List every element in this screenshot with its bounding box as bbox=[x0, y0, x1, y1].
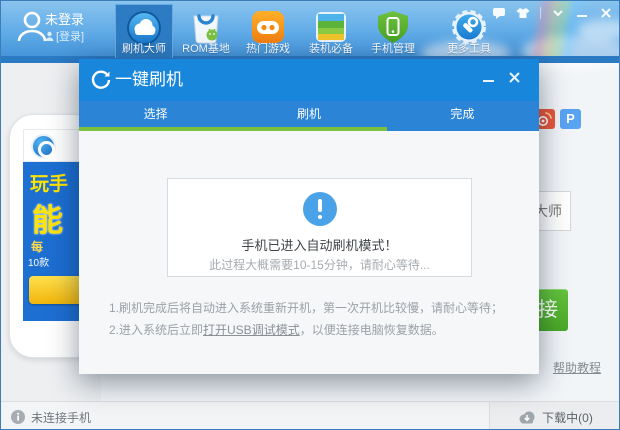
mini-person-icon bbox=[45, 31, 54, 41]
connection-status: 未连接手机 bbox=[11, 402, 92, 429]
usb-debug-link[interactable]: 打开USB调试模式 bbox=[203, 323, 300, 337]
status-bar: 未连接手机 下载中(0) bbox=[1, 401, 619, 429]
alert-info-icon bbox=[302, 192, 337, 226]
tab-finish[interactable]: 完成 bbox=[386, 101, 539, 131]
toolbar-item-label: ROM基地 bbox=[182, 43, 230, 55]
message-icon[interactable] bbox=[492, 7, 506, 19]
banner-text-fragment: 10款 bbox=[28, 258, 50, 269]
toolbar-item-label: 刷机大师 bbox=[122, 43, 166, 55]
dialog-minimize-icon[interactable] bbox=[481, 71, 497, 85]
toolbar-item-label: 装机必备 bbox=[309, 43, 353, 55]
divider bbox=[540, 7, 541, 19]
window-controls bbox=[492, 7, 613, 19]
tip-line: 1.刷机完成后将自动进入系统重新开机，第一次开机比较慢，请耐心等待； bbox=[109, 297, 503, 319]
banner-text-fragment: 每 bbox=[31, 240, 44, 254]
p-share-icon[interactable]: P bbox=[560, 109, 581, 129]
minimize-icon[interactable] bbox=[575, 7, 589, 19]
chevron-down-icon[interactable] bbox=[551, 7, 565, 19]
connection-status-label: 未连接手机 bbox=[31, 410, 92, 425]
toolbar-item-more-tools[interactable]: 更多工具 bbox=[440, 4, 498, 58]
banner-text-fragment: 玩手 bbox=[30, 174, 69, 195]
info-icon bbox=[11, 410, 25, 424]
status-subtitle: 此过程大概需要10-15分钟，请耐心等待... bbox=[209, 258, 430, 272]
tip-text: ，以便连接电脑恢复数据。 bbox=[299, 323, 444, 337]
app-header: 未登录 [登录] 刷机大师 ROM基地 热门游戏 装机必备 手机管理 更多工具 bbox=[1, 1, 619, 69]
status-message-box: 手机已进入自动刷机模式！ 此过程大概需要10-15分钟，请耐心等待... bbox=[167, 178, 472, 277]
dialog-close-icon[interactable] bbox=[507, 71, 523, 85]
tip-text: 2.进入系统后立即 bbox=[109, 323, 204, 337]
tips-list: 1.刷机完成后将自动进入系统重新开机，第一次开机比较慢，请耐心等待； 2.进入系… bbox=[109, 297, 503, 341]
toolbar-item-flash-master[interactable]: 刷机大师 bbox=[115, 4, 173, 58]
download-manager-button[interactable]: 下载中(0) bbox=[489, 402, 619, 429]
tip-line: 2.进入系统后立即打开USB调试模式，以便连接电脑恢复数据。 bbox=[109, 319, 503, 341]
app-logo-icon bbox=[31, 134, 56, 159]
user-name-label: 未登录 bbox=[45, 12, 85, 27]
login-label: [登录] bbox=[56, 31, 85, 43]
download-status-label: 下载中(0) bbox=[542, 410, 593, 425]
toolbar-item-rom-base[interactable]: ROM基地 bbox=[177, 4, 235, 58]
download-cloud-icon bbox=[519, 411, 535, 423]
banner-text-fragment: 能 bbox=[32, 203, 63, 238]
login-link[interactable]: [登录] bbox=[45, 28, 84, 44]
status-title: 手机已进入自动刷机模式！ bbox=[241, 238, 398, 253]
app-window: 玩手 能 每 10款 P 大师 接 帮助教程 未登录 [登录] 刷机大师 ROM… bbox=[0, 0, 620, 430]
tip-text: 1.刷机完成后将自动进入系统重新开机，第一次开机比较慢，请耐心等待； bbox=[109, 301, 504, 315]
toolbar-item-label: 更多工具 bbox=[447, 43, 491, 55]
close-icon[interactable] bbox=[599, 7, 613, 19]
toolbar-item-label: 手机管理 bbox=[371, 43, 415, 55]
shirt-skin-icon[interactable] bbox=[516, 7, 530, 19]
toolbar-item-hot-games[interactable]: 热门游戏 bbox=[239, 4, 297, 58]
dialog-header: 一键刷机 bbox=[79, 59, 539, 101]
refresh-flash-icon bbox=[91, 70, 111, 89]
toolbar-item-essential-apps[interactable]: 装机必备 bbox=[302, 4, 360, 58]
toolbar-item-label: 热门游戏 bbox=[246, 43, 290, 55]
toolbar-item-phone-manager[interactable]: 手机管理 bbox=[364, 4, 422, 58]
flash-dialog: 一键刷机 选择 刷机 完成 手机已进入自动刷机模式！ 此过程大概需要10-15分… bbox=[79, 59, 539, 374]
dialog-body: 手机已进入自动刷机模式！ 此过程大概需要10-15分钟，请耐心等待... 1.刷… bbox=[79, 131, 539, 374]
dialog-title: 一键刷机 bbox=[115, 70, 183, 89]
